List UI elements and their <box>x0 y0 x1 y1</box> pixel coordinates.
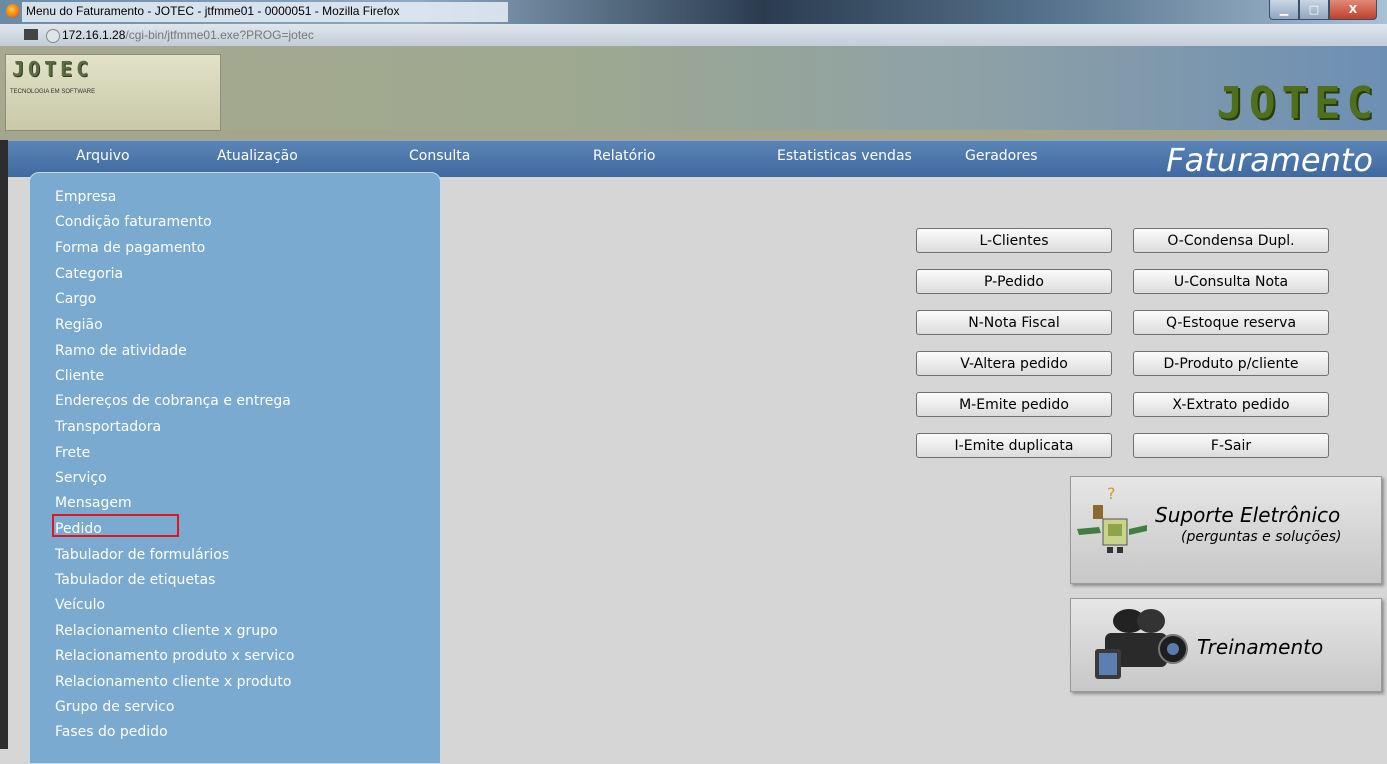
module-title: Faturamento <box>1166 141 1373 179</box>
btn-emite-pedido[interactable]: M-Emite pedido <box>916 392 1112 417</box>
menu-estatisticas-vendas[interactable]: Estatisticas vendas <box>777 148 912 164</box>
menu-item-transportadora[interactable]: Transportadora <box>55 419 161 435</box>
url-text[interactable]: 172.16.1.28/cgi-bin/jtfmme01.exe?PROG=jo… <box>62 28 314 42</box>
treinamento-button[interactable]: Treinamento <box>1070 598 1382 692</box>
menu-item-tabulador-formularios[interactable]: Tabulador de formulários <box>55 547 229 563</box>
btn-pedido[interactable]: P-Pedido <box>916 269 1112 294</box>
close-button[interactable]: X <box>1329 0 1377 20</box>
robot-icon: ? <box>1077 485 1147 553</box>
suporte-title: Suporte Eletrônico <box>1155 503 1341 527</box>
menu-item-rel-cliente-produto[interactable]: Relacionamento cliente x produto <box>55 674 291 690</box>
window-controls: ▁ □ X <box>1269 0 1377 20</box>
address-bar[interactable]: 172.16.1.28/cgi-bin/jtfmme01.exe?PROG=jo… <box>0 24 1387 47</box>
menu-arquivo[interactable]: Arquivo <box>76 148 130 164</box>
menu-item-forma-pagamento[interactable]: Forma de pagamento <box>55 240 205 256</box>
logo-box: JOTEC TECNOLOGIA EM SOFTWARE <box>5 54 221 131</box>
menu-item-mensagem[interactable]: Mensagem <box>55 495 132 511</box>
menu-item-frete[interactable]: Frete <box>55 445 90 461</box>
menu-item-servico[interactable]: Serviço <box>55 470 107 486</box>
menu-item-ramo-atividade[interactable]: Ramo de atividade <box>55 343 187 359</box>
suporte-subtitle: (perguntas e soluções) <box>1181 529 1342 545</box>
browser-titlebar: Menu do Faturamento - JOTEC - jtfmme01 -… <box>0 0 1387 24</box>
firefox-icon <box>6 4 20 18</box>
video-camera-icon <box>1095 609 1188 679</box>
menu-geradores[interactable]: Geradores <box>965 148 1038 164</box>
menu-atualizacao[interactable]: Atualização <box>217 148 298 164</box>
suporte-eletronico-button[interactable]: ? Suporte Eletrônico (perguntas e soluçõ… <box>1070 476 1382 584</box>
btn-estoque-reserva[interactable]: Q-Estoque reserva <box>1133 310 1329 335</box>
menu-item-tabulador-etiquetas[interactable]: Tabulador de etiquetas <box>55 572 215 588</box>
btn-altera-pedido[interactable]: V-Altera pedido <box>916 351 1112 376</box>
svg-text:?: ? <box>1107 485 1116 503</box>
menu-relatorio[interactable]: Relatório <box>593 148 655 164</box>
menu-item-grupo-servico[interactable]: Grupo de servico <box>55 699 174 715</box>
globe-icon <box>46 29 60 43</box>
menu-item-regiao[interactable]: Região <box>55 317 103 333</box>
btn-sair[interactable]: F-Sair <box>1133 433 1329 458</box>
page-icon <box>24 29 38 40</box>
maximize-button[interactable]: □ <box>1299 0 1329 20</box>
btn-emite-duplicata[interactable]: I-Emite duplicata <box>916 433 1112 458</box>
logo-small: JOTEC <box>12 57 93 81</box>
logo-big: JOTEC <box>1216 78 1379 129</box>
menu-item-categoria[interactable]: Categoria <box>55 266 123 282</box>
menu-item-condicao-faturamento[interactable]: Condição faturamento <box>55 214 212 230</box>
pedido-highlight-box <box>52 514 179 537</box>
window-title: Menu do Faturamento - JOTEC - jtfmme01 -… <box>26 4 400 18</box>
logo-tagline: TECNOLOGIA EM SOFTWARE <box>10 89 96 95</box>
menu-item-cargo[interactable]: Cargo <box>55 291 96 307</box>
btn-extrato-pedido[interactable]: X-Extrato pedido <box>1133 392 1329 417</box>
arquivo-dropdown: Empresa Condição faturamento Forma de pa… <box>29 172 441 764</box>
menu-item-rel-produto-servico[interactable]: Relacionamento produto x servico <box>55 648 294 664</box>
btn-clientes[interactable]: L-Clientes <box>916 228 1112 253</box>
menu-item-fases-pedido[interactable]: Fases do pedido <box>55 724 168 740</box>
menu-item-cliente[interactable]: Cliente <box>55 368 104 384</box>
url-host: 172.16.1.28 <box>62 28 126 42</box>
menu-item-rel-cliente-grupo[interactable]: Relacionamento cliente x grupo <box>55 623 278 639</box>
treinamento-title: Treinamento <box>1197 635 1324 659</box>
menu-item-empresa[interactable]: Empresa <box>55 189 116 205</box>
btn-consulta-nota[interactable]: U-Consulta Nota <box>1133 269 1329 294</box>
url-path: /cgi-bin/jtfmme01.exe?PROG=jotec <box>125 28 314 42</box>
minimize-button[interactable]: ▁ <box>1269 0 1299 20</box>
btn-nota-fiscal[interactable]: N-Nota Fiscal <box>916 310 1112 335</box>
btn-produto-cliente[interactable]: D-Produto p/cliente <box>1133 351 1329 376</box>
menu-item-enderecos[interactable]: Endereços de cobrança e entrega <box>55 393 291 409</box>
menu-consulta[interactable]: Consulta <box>409 148 470 164</box>
app-header: JOTEC TECNOLOGIA EM SOFTWARE JOTEC <box>0 46 1387 140</box>
menu-item-veiculo[interactable]: Veículo <box>55 597 105 613</box>
left-edge <box>0 140 8 749</box>
btn-condensa-dupl[interactable]: O-Condensa Dupl. <box>1133 228 1329 253</box>
